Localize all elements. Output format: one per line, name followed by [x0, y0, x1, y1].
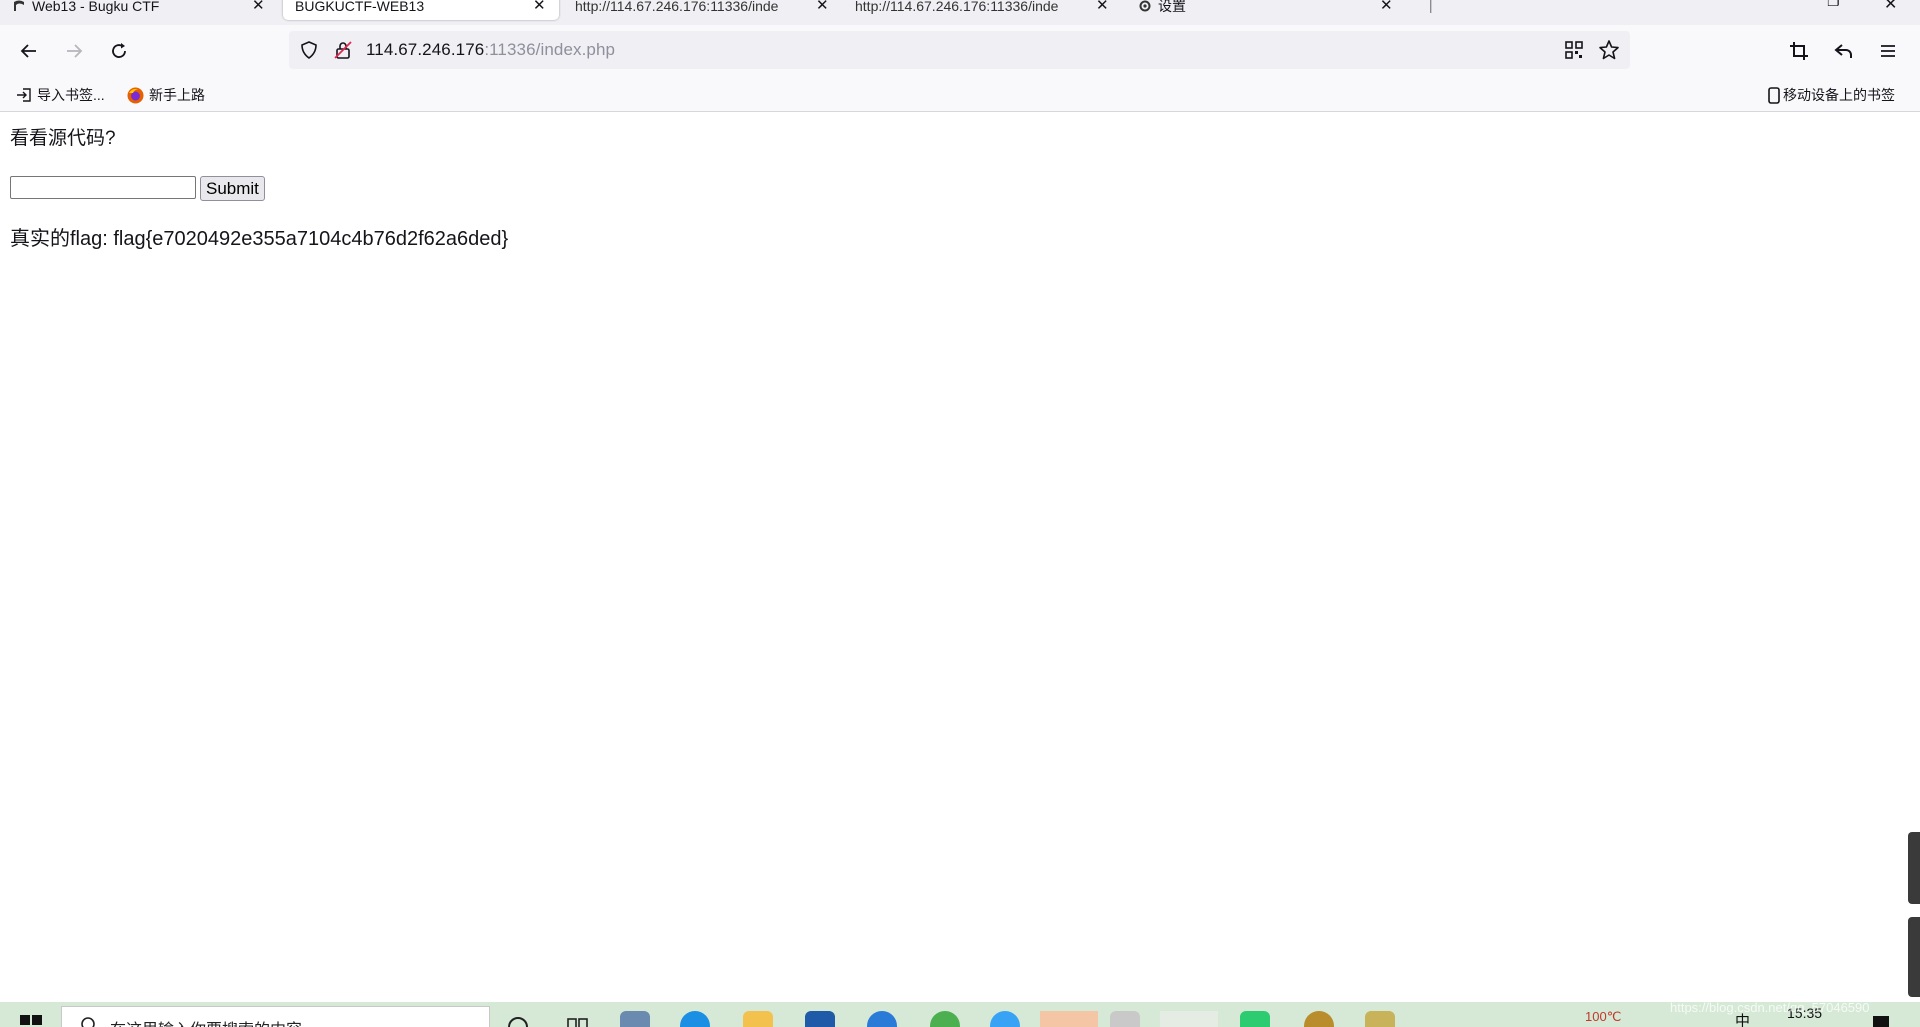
windows-start-icon[interactable] [20, 1015, 42, 1027]
tab-close-icon[interactable]: ✕ [1380, 0, 1393, 14]
navigation-toolbar: 114.67.246.176:11336/index.php [0, 25, 1920, 77]
mobile-device-icon [1768, 86, 1780, 104]
mail-app-icon[interactable] [805, 1011, 835, 1027]
url-host: 114.67.246.176 [366, 40, 485, 59]
tab-url-1[interactable]: http://114.67.246.176:11336/inde ✕ [575, 0, 835, 20]
tab-title: 设置 [1158, 0, 1186, 14]
bookmark-label: 新手上路 [149, 87, 205, 103]
submit-button[interactable]: Submit [200, 176, 265, 201]
insecure-lock-icon[interactable] [333, 40, 353, 60]
wechat-app-icon[interactable] [1240, 1011, 1270, 1027]
side-widget-top[interactable] [1908, 832, 1920, 904]
tab-title: http://114.67.246.176:11336/inde [855, 0, 1059, 14]
undo-arrow-icon [1834, 44, 1852, 58]
gear-icon [1139, 0, 1151, 12]
url-port-path: :11336/index.php [484, 40, 616, 59]
back-arrow-icon [20, 44, 36, 58]
tab-close-icon[interactable]: ✕ [252, 0, 265, 14]
app-menu-button[interactable] [1874, 37, 1902, 65]
undo-button[interactable] [1830, 37, 1858, 65]
tab-settings[interactable]: 设置 ✕ [1138, 0, 1398, 20]
tab-close-icon[interactable]: ✕ [816, 0, 829, 14]
feishu-app-icon[interactable] [867, 1011, 897, 1027]
forward-arrow-icon [67, 44, 83, 58]
edge-browser-icon[interactable] [680, 1011, 710, 1027]
shield-icon[interactable] [299, 40, 319, 60]
taskbar-search-box[interactable]: 在这里输入你要搜索的内容 [61, 1006, 490, 1027]
firefox-taskbar-highlight[interactable] [1160, 1011, 1218, 1027]
tab-close-icon[interactable]: ✕ [533, 0, 546, 14]
mobile-bookmarks-label: 移动设备上的书签 [1783, 87, 1895, 103]
taskbar-search-placeholder: 在这里输入你要搜索的内容 [110, 1016, 302, 1027]
flag-text: 真实的flag: flag{e7020492e355a7104c4b76d2f6… [10, 228, 509, 250]
tab-web13-bugku[interactable]: Web13 - Bugku CTF ✕ [12, 0, 272, 20]
notepad-app-icon[interactable] [1365, 1011, 1395, 1027]
blue-app-icon[interactable] [990, 1011, 1020, 1027]
green-app-icon[interactable] [930, 1011, 960, 1027]
bookmark-getting-started[interactable]: 新手上路 [127, 85, 205, 105]
bookmarks-toolbar: 导入书签... 新手上路 移动设备上的书签 [0, 77, 1920, 112]
screenshot-button[interactable] [1785, 37, 1813, 65]
answer-input[interactable] [10, 176, 196, 199]
back-button[interactable] [16, 38, 42, 64]
search-icon [81, 1017, 95, 1027]
reload-icon [112, 43, 126, 58]
qr-code-icon[interactable] [1565, 41, 1583, 59]
task-view-icon[interactable] [566, 1015, 590, 1027]
close-window-icon[interactable]: ✕ [1884, 0, 1897, 13]
crop-icon [1790, 42, 1808, 60]
tab-bugkuctf-web13[interactable]: BUGKUCTF-WEB13 ✕ [283, 0, 559, 20]
restore-window-icon[interactable]: ❐ [1827, 0, 1840, 10]
tab-title: http://114.67.246.176:11336/inde [575, 0, 779, 14]
people-app-icon[interactable] [620, 1011, 650, 1027]
forward-button[interactable] [61, 38, 87, 64]
page-content: 看看源代码? Submit 真实的flag: flag{e7020492e355… [0, 112, 1920, 1002]
bugku-favicon-icon [14, 0, 24, 11]
source-code-hint: 看看源代码? [10, 128, 116, 149]
tab-title: Web13 - Bugku CTF [32, 0, 160, 14]
firefox-icon [127, 87, 144, 103]
notification-center-icon[interactable] [1872, 1015, 1890, 1027]
url-text[interactable]: 114.67.246.176:11336/index.php [366, 40, 615, 60]
bookmark-label: 导入书签... [37, 87, 105, 103]
reload-button[interactable] [106, 38, 132, 64]
bookmark-star-icon[interactable] [1598, 39, 1620, 61]
game-app-icon[interactable] [1304, 1011, 1334, 1027]
import-icon [17, 88, 31, 102]
new-tab-separator: | [1428, 0, 1434, 13]
windows-taskbar: 在这里输入你要搜索的内容 100℃ 中 15:35 [0, 1002, 1920, 1027]
side-widget-bottom[interactable] [1908, 917, 1920, 997]
tab-url-2[interactable]: http://114.67.246.176:11336/inde ✕ [855, 0, 1115, 20]
orange-app-highlight[interactable] [1040, 1011, 1098, 1027]
gray-app-icon[interactable] [1110, 1011, 1140, 1027]
tab-strip: Web13 - Bugku CTF ✕ BUGKUCTF-WEB13 ✕ htt… [0, 0, 1920, 25]
cortana-icon[interactable] [506, 1015, 530, 1027]
bookmark-import[interactable]: 导入书签... [16, 85, 105, 105]
file-explorer-icon[interactable] [743, 1011, 773, 1027]
tab-close-icon[interactable]: ✕ [1096, 0, 1109, 14]
cpu-temperature: 100℃ [1585, 1009, 1622, 1024]
tab-title: BUGKUCTF-WEB13 [295, 0, 425, 14]
hamburger-menu-icon [1881, 45, 1895, 57]
mobile-bookmarks[interactable]: 移动设备上的书签 [1768, 85, 1895, 105]
watermark-text: https://blog.csdn.net/qq_57046590 [1670, 1000, 1870, 1015]
address-bar[interactable]: 114.67.246.176:11336/index.php [289, 31, 1630, 69]
